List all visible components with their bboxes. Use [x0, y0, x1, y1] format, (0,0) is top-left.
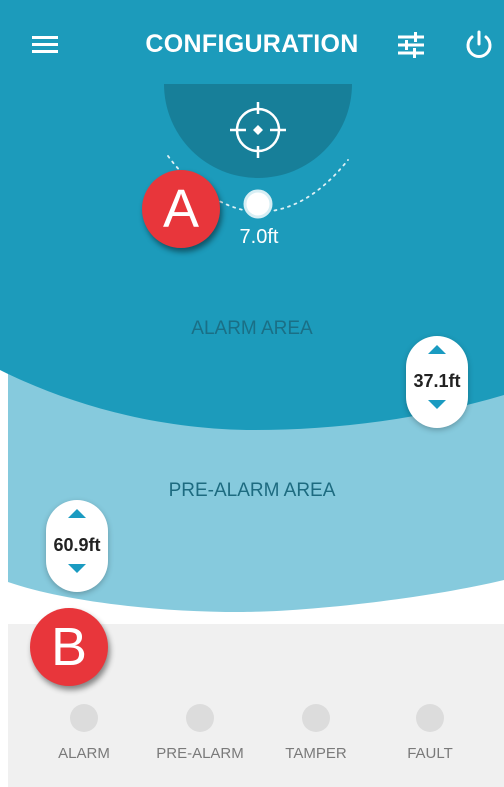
- callout-a: A: [142, 170, 220, 248]
- status-label: PRE-ALARM: [156, 745, 244, 762]
- top-bar: CONFIGURATION: [0, 0, 504, 88]
- status-indicator-dot: [302, 704, 330, 732]
- status-pre-alarm: PRE-ALARM: [140, 704, 260, 762]
- arrow-up-icon: [428, 345, 446, 354]
- range-handle[interactable]: [243, 189, 273, 219]
- status-label: FAULT: [407, 745, 453, 762]
- pre-alarm-distance-value: 60.9ft: [53, 535, 101, 555]
- status-label: ALARM: [58, 745, 110, 762]
- alarm-distance-increase-button[interactable]: [406, 342, 468, 366]
- inner-distance-label: 7.0ft: [239, 226, 279, 248]
- status-indicator-dot: [186, 704, 214, 732]
- pre-alarm-distance-increase-button[interactable]: [46, 506, 108, 530]
- alarm-distance-decrease-button[interactable]: [406, 398, 468, 422]
- arrow-up-icon: [68, 509, 86, 518]
- alarm-distance-stepper: 37.1ft: [406, 336, 468, 428]
- callout-b: B: [30, 608, 108, 686]
- alarm-distance-value: 37.1ft: [413, 371, 461, 391]
- status-indicator-dot: [70, 704, 98, 732]
- status-alarm: ALARM: [24, 704, 144, 762]
- arrow-down-icon: [428, 400, 446, 409]
- status-fault: FAULT: [370, 704, 490, 762]
- pre-alarm-distance-decrease-button[interactable]: [46, 562, 108, 586]
- status-tamper: TAMPER: [256, 704, 376, 762]
- pre-alarm-distance-stepper: 60.9ft: [46, 500, 108, 592]
- arrow-down-icon: [68, 564, 86, 573]
- app-screen: CONFIGURATION 7.0ft ALARM AREA PRE-ALARM…: [0, 0, 504, 787]
- power-icon[interactable]: [462, 28, 496, 62]
- status-indicator-dot: [416, 704, 444, 732]
- status-label: TAMPER: [285, 745, 347, 762]
- pre-alarm-area-label: PRE-ALARM AREA: [168, 480, 336, 501]
- sliders-icon[interactable]: [394, 28, 428, 62]
- page-title: CONFIGURATION: [145, 30, 359, 58]
